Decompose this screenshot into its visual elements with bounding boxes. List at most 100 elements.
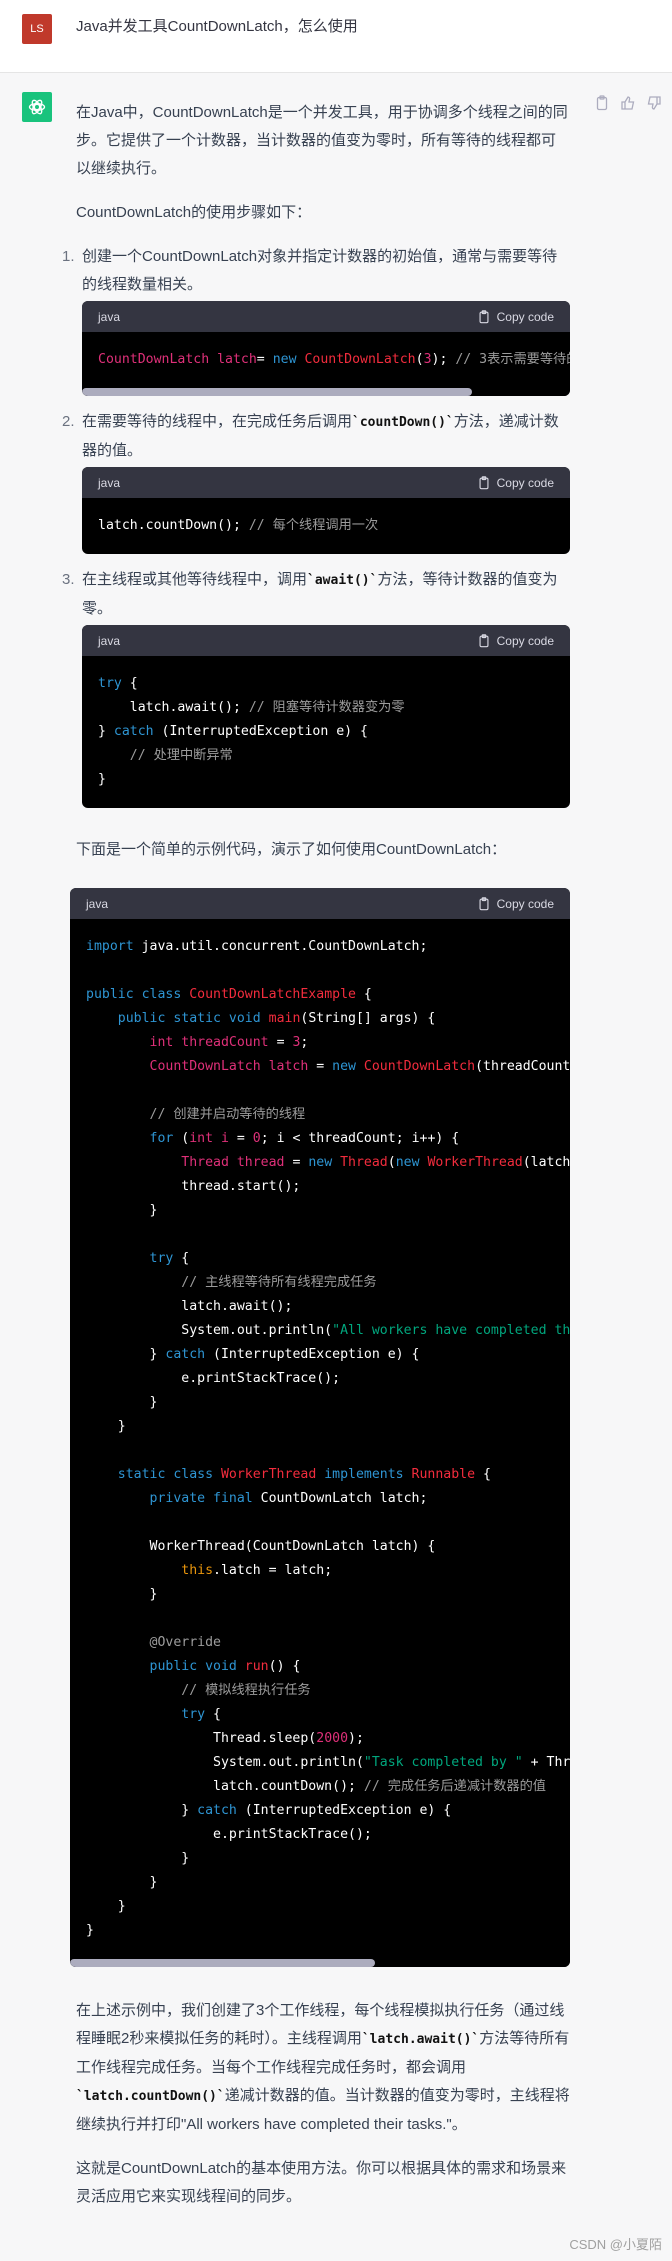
code-line: } (98, 768, 554, 792)
code-line: } catch (InterruptedException e) { (98, 720, 554, 744)
code-line: static class WorkerThread implements Run… (86, 1463, 554, 1487)
clipboard-icon (479, 475, 489, 489)
copy-code-label: Copy code (496, 633, 554, 648)
code-line: } catch (InterruptedException e) { (86, 1343, 554, 1367)
code-language: java (98, 633, 121, 648)
code-token: try (98, 676, 122, 691)
step-number: 3. (62, 571, 75, 588)
step-text: 创建一个CountDownLatch对象并指定计数器的初始值，通常与需要等待的线… (82, 248, 558, 293)
code-token: // 完成任务后递减计数器的值 (363, 1779, 546, 1794)
code-line: public void run() { (86, 1655, 554, 1679)
user-avatar: LS (22, 14, 52, 44)
code-body: try { latch.await(); // 阻塞等待计数器变为零} catc… (82, 656, 570, 808)
code-token: for (86, 1131, 174, 1146)
code-line: int threadCount = 3; (86, 1031, 554, 1055)
copy-code-button[interactable]: Copy code (477, 469, 554, 497)
thumbs-up-icon[interactable] (620, 95, 636, 111)
code-line: } (86, 1895, 554, 1919)
code-line: private final CountDownLatch latch; (86, 1487, 554, 1511)
step-item: 3. 在主线程或其他等待线程中，调用`await()`方法，等待计数器的值变为零… (62, 566, 570, 808)
step-text: 在主线程或其他等待线程中，调用`await()`方法，等待计数器的值变为零。 (82, 566, 570, 623)
code-line: CountDownLatch latch = new CountDownLatc… (86, 1055, 570, 1079)
code-token: { (355, 987, 372, 1002)
code-token: Thread (340, 1155, 388, 1170)
code-token: int threadCount (86, 1035, 269, 1050)
code-token: 2000 (316, 1731, 349, 1746)
code-token: // 主线程等待所有线程完成任务 (86, 1275, 377, 1290)
summary-paragraph: 在上述示例中，我们创建了3个工作线程，每个线程模拟执行任务（通过线程睡眠2秒来模… (76, 1997, 570, 2139)
code-token: 0 (252, 1131, 261, 1146)
code-token: latch.countDown(); (86, 1779, 364, 1794)
code-token: main (268, 1011, 301, 1026)
code-token: Runnable (411, 1467, 476, 1482)
scrollbar-thumb[interactable] (82, 388, 473, 396)
code-token: = (308, 1059, 333, 1074)
assistant-avatar (22, 92, 52, 122)
code-line: System.out.println("All workers have com… (86, 1319, 570, 1343)
code-token: Thread thread (86, 1155, 285, 1170)
code-language: java (86, 896, 109, 911)
code-token: // 每个线程调用一次 (248, 518, 379, 533)
code-token: latch.countDown(); (98, 518, 249, 533)
code-token: } (86, 1395, 158, 1410)
code-block: java Copy code try { latch.await(); // 阻… (82, 625, 570, 808)
inline-code: `countDown()` (352, 415, 454, 430)
copy-code-button[interactable]: Copy code (477, 627, 554, 655)
code-token: .latch = latch; (213, 1563, 333, 1578)
code-token: static class (86, 1467, 221, 1482)
code-token: ; i < threadCount; i++) { (260, 1131, 460, 1146)
code-line: System.out.println("Task completed by " … (86, 1751, 570, 1775)
copy-code-button[interactable]: Copy code (477, 303, 554, 331)
code-token: { (173, 1251, 190, 1266)
code-token: (threadCount); (475, 1059, 570, 1074)
example-heading: 下面是一个简单的示例代码，演示了如何使用CountDownLatch： (76, 841, 507, 858)
clipboard-icon (479, 896, 489, 910)
thumbs-down-icon[interactable] (646, 95, 662, 111)
code-token: ( (415, 352, 424, 367)
code-line: latch.countDown(); // 完成任务后递减计数器的值 (86, 1775, 554, 1799)
code-header: java Copy code (70, 888, 570, 919)
example-code-block: java Copy code import java.util.concurre… (70, 888, 570, 1967)
code-token: System.out.println( (86, 1755, 364, 1770)
code-header: java Copy code (82, 301, 570, 332)
copy-code-button[interactable]: Copy code (477, 890, 554, 918)
code-body: import java.util.concurrent.CountDownLat… (70, 919, 570, 1959)
code-token: import (86, 939, 134, 954)
code-token: (InterruptedException e) { (205, 1347, 420, 1362)
step-text-before: 在需要等待的线程中，在完成任务后调用 (82, 413, 353, 430)
code-language: java (98, 309, 121, 324)
code-token: catch (113, 724, 154, 739)
scrollbar-thumb[interactable] (70, 1959, 375, 1967)
code-token: } (86, 1803, 198, 1818)
step-item: 1. 创建一个CountDownLatch对象并指定计数器的初始值，通常与需要等… (62, 243, 570, 396)
code-token: System.out.println( (86, 1323, 333, 1338)
copy-icon[interactable] (594, 95, 610, 111)
code-line: // 处理中断异常 (98, 744, 554, 768)
step-item: 2. 在需要等待的线程中，在完成任务后调用`countDown()`方法，递减计… (62, 408, 570, 554)
code-token: WorkerThread(CountDownLatch latch) { (86, 1539, 436, 1554)
code-line: e.printStackTrace(); (86, 1367, 554, 1391)
steps-heading: CountDownLatch的使用步骤如下： (76, 204, 312, 221)
code-token: implements (324, 1467, 412, 1482)
horizontal-scrollbar[interactable] (82, 388, 570, 396)
horizontal-scrollbar[interactable] (70, 1959, 570, 1967)
intro-paragraph: 在Java中，CountDownLatch是一个并发工具，用于协调多个线程之间的… (76, 104, 568, 177)
code-line: } (86, 1415, 554, 1439)
code-line: // 主线程等待所有线程完成任务 (86, 1271, 554, 1295)
code-line: } (86, 1919, 554, 1943)
message-actions (594, 95, 662, 111)
step-number: 1. (62, 248, 75, 265)
code-line: latch.countDown(); // 每个线程调用一次 (98, 514, 554, 538)
code-token: ( (387, 1155, 396, 1170)
code-line: try { (86, 1703, 554, 1727)
code-token: ( (173, 1131, 190, 1146)
code-token: // 阻塞等待计数器变为零 (248, 700, 405, 715)
openai-logo-icon (28, 99, 46, 115)
code-line: WorkerThread(CountDownLatch latch) { (86, 1535, 554, 1559)
code-token: new (308, 1155, 341, 1170)
code-line: } (86, 1391, 554, 1415)
code-token: Thread.sleep( (86, 1731, 317, 1746)
